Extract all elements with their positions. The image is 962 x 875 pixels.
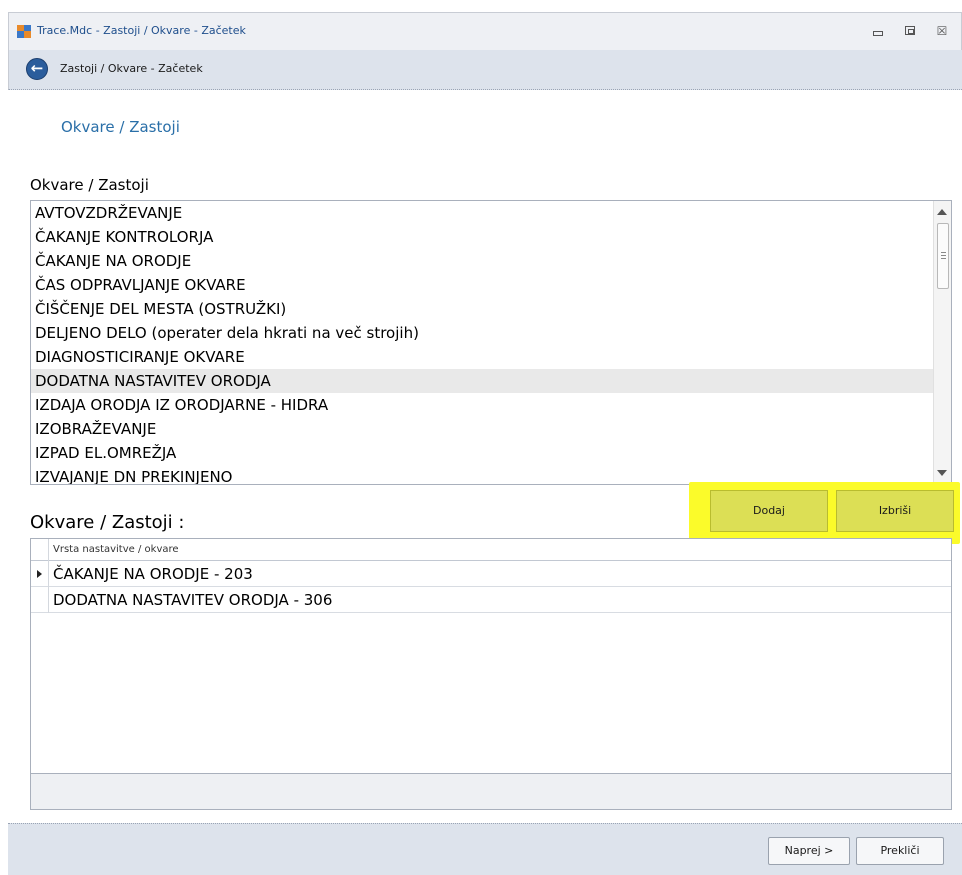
list-item[interactable]: DELJENO DELO (operater dela hkrati na ve…	[31, 321, 935, 345]
window-titlebar: Trace.Mdc - Zastoji / Okvare - Začetek ☒	[8, 12, 962, 50]
list-item[interactable]: ČAS ODPRAVLJANJE OKVARE	[31, 273, 935, 297]
table-cell: ČAKANJE NA ORODJE - 203	[53, 565, 253, 583]
next-button[interactable]: Naprej >	[768, 837, 850, 865]
table-row[interactable]: DODATNA NASTAVITEV ORODJA - 306	[31, 587, 951, 613]
grid-label: Okvare / Zastoji :	[30, 512, 185, 533]
list-item[interactable]: ČAKANJE NA ORODJE	[31, 249, 935, 273]
close-icon: ☒	[936, 24, 948, 38]
grid-header: Vrsta nastavitve / okvare	[31, 539, 951, 561]
close-button[interactable]: ☒	[931, 21, 953, 41]
minimize-icon	[873, 31, 883, 36]
list-item[interactable]: IZPAD EL.OMREŽJA	[31, 441, 935, 465]
scroll-up-icon[interactable]	[937, 209, 947, 215]
back-button[interactable]: ←	[26, 58, 48, 80]
window-title: Trace.Mdc - Zastoji / Okvare - Začetek	[37, 24, 246, 37]
delete-button[interactable]: Izbriši	[836, 490, 954, 532]
list-item[interactable]: AVTOVZDRŽEVANJE	[31, 201, 935, 225]
navigation-bar: ← Zastoji / Okvare - Začetek	[8, 50, 962, 90]
add-button[interactable]: Dodaj	[710, 490, 828, 532]
faults-list-items: AVTOVZDRŽEVANJE ČAKANJE KONTROLORJA ČAKANJ…	[31, 201, 935, 484]
list-item[interactable]: DODATNA NASTAVITEV ORODJA	[31, 369, 935, 393]
maximize-icon	[905, 26, 915, 35]
current-row-arrow-icon	[37, 570, 42, 578]
row-indicator[interactable]	[31, 561, 49, 587]
grid-footer	[31, 773, 951, 809]
grid-header-corner	[31, 539, 49, 561]
list-item[interactable]: DIAGNOSTICIRANJE OKVARE	[31, 345, 935, 369]
grip-icon	[941, 252, 946, 253]
cancel-button[interactable]: Prekliči	[856, 837, 944, 865]
row-indicator[interactable]	[31, 587, 49, 613]
app-logo-icon	[17, 25, 31, 38]
scroll-thumb[interactable]	[937, 223, 949, 289]
nav-title: Zastoji / Okvare - Začetek	[60, 62, 203, 75]
bottom-bar: Naprej > Prekliči	[8, 823, 962, 875]
list-item[interactable]: IZDAJA ORODJA IZ ORODJARNE - HIDRA	[31, 393, 935, 417]
faults-listbox[interactable]: AVTOVZDRŽEVANJE ČAKANJE KONTROLORJA ČAKANJ…	[30, 200, 952, 485]
list-scrollbar[interactable]	[933, 201, 951, 484]
selected-faults-grid[interactable]: Vrsta nastavitve / okvare ČAKANJE NA ORO…	[30, 538, 952, 810]
back-arrow-icon: ←	[30, 59, 44, 77]
list-label: Okvare / Zastoji	[30, 176, 149, 194]
list-item[interactable]: ČAKANJE KONTROLORJA	[31, 225, 935, 249]
section-title-link: Okvare / Zastoji	[61, 118, 180, 136]
table-cell: DODATNA NASTAVITEV ORODJA - 306	[53, 591, 333, 609]
minimize-button[interactable]	[867, 21, 889, 41]
list-item[interactable]: ČIŠČENJE DEL MESTA (OSTRUŽKI)	[31, 297, 935, 321]
table-row[interactable]: ČAKANJE NA ORODJE - 203	[31, 561, 951, 587]
maximize-button[interactable]	[899, 21, 921, 41]
scroll-down-icon[interactable]	[937, 470, 947, 476]
list-item[interactable]: IZOBRAŽEVANJE	[31, 417, 935, 441]
column-header[interactable]: Vrsta nastavitve / okvare	[53, 544, 179, 555]
